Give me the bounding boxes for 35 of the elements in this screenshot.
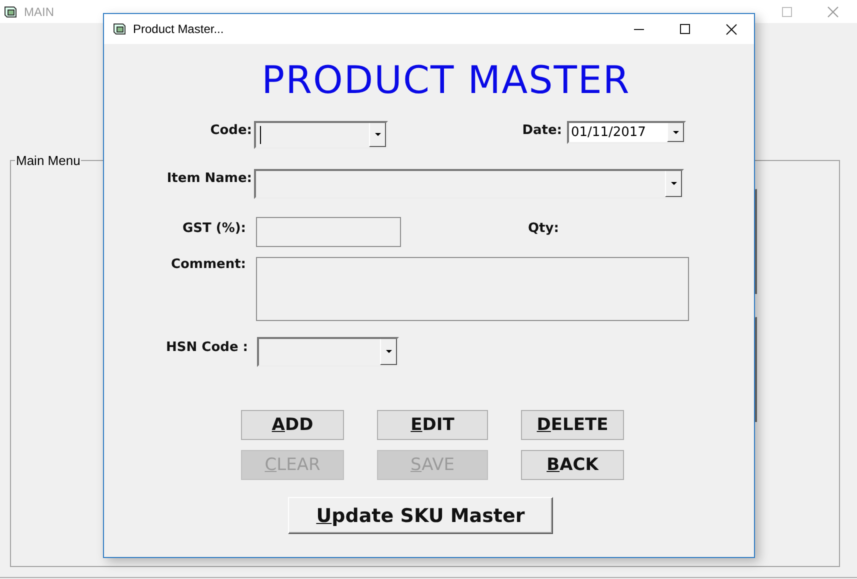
field-label: HSN Code : — [165, 340, 248, 355]
form-heading: PRODUCT MASTER — [262, 58, 630, 102]
caret-icon — [672, 130, 678, 134]
combo-box[interactable] — [257, 337, 399, 367]
comment-input[interactable] — [256, 257, 689, 321]
action-button[interactable]: DELETE — [521, 410, 624, 440]
window-title: MAIN — [24, 4, 54, 18]
window-title: Product Master... — [133, 22, 224, 36]
caret-icon — [386, 350, 392, 353]
dropdown-button[interactable] — [380, 339, 397, 365]
action-button[interactable]: EDIT — [377, 410, 488, 440]
field-label: Date: — [522, 123, 562, 138]
field-label: Comment: — [170, 257, 246, 272]
combo-box[interactable] — [254, 169, 684, 199]
combo-box[interactable] — [254, 121, 388, 149]
field-label: Qty: — [528, 221, 559, 236]
dropdown-button[interactable] — [369, 123, 386, 147]
caret-icon — [670, 182, 676, 185]
update-sku-master-button[interactable]: Update SKU Master — [288, 497, 553, 534]
field-label: Item Name: — [166, 171, 253, 186]
text-input[interactable] — [256, 217, 401, 247]
dropdown-button[interactable] — [665, 171, 682, 197]
window-icon — [4, 4, 18, 18]
field-label: GST (%): — [181, 221, 246, 236]
caret-icon — [374, 133, 380, 136]
window-icon — [113, 22, 127, 36]
close-icon[interactable] — [726, 24, 737, 34]
field-label: Code: — [209, 123, 253, 138]
maximize-icon[interactable] — [680, 24, 690, 34]
minimize-icon[interactable] — [634, 28, 644, 30]
date-picker[interactable]: 01/11/2017 — [567, 121, 686, 144]
action-button[interactable]: BACK — [521, 450, 624, 480]
action-button[interactable]: ADD — [241, 410, 344, 440]
group-label: Main Menu — [15, 153, 82, 168]
dropdown-button[interactable] — [667, 123, 684, 142]
